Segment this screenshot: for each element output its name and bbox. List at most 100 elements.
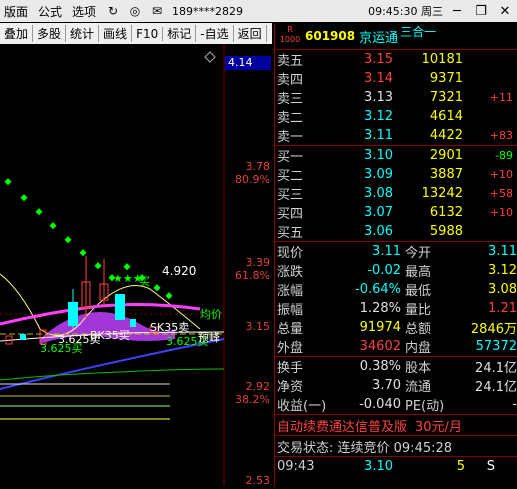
ask-row[interactable]: 卖五 3.15 10181 — [275, 50, 517, 69]
high-price-label: 4.920 — [162, 264, 197, 278]
stat-label: 涨幅 — [277, 284, 304, 299]
low-buy-label: 3.625买 — [40, 342, 83, 355]
ad-price: 30元/月 — [415, 419, 462, 435]
bid-label: 买三 — [277, 188, 304, 203]
bid-row[interactable]: 买二 3.09 3887 +10 — [275, 165, 517, 184]
bid-price: 3.10 — [364, 148, 393, 163]
bid-price: 3.07 — [364, 205, 393, 220]
account-number: 189****2829 — [172, 4, 244, 18]
axis-pct-2: 61.8% — [235, 269, 270, 282]
bid-price: 3.06 — [364, 224, 393, 239]
stat-value: 1.21 — [488, 301, 517, 316]
restore-icon[interactable]: ❐ — [469, 4, 493, 19]
stat-value: -0.02 — [367, 263, 401, 278]
r-badge-label: R — [287, 25, 293, 34]
ask-label: 卖二 — [277, 111, 304, 126]
draw-line-button[interactable]: 画线 — [99, 25, 133, 42]
multi-stock-button[interactable]: 多股 — [33, 25, 67, 42]
axis-price-5: 2.53 — [245, 474, 271, 487]
ask-row[interactable]: 卖二 3.12 4614 — [275, 107, 517, 126]
ask-volume: 7321 — [429, 90, 463, 105]
back-button[interactable]: 返回 — [234, 25, 267, 42]
axis-price-4: 2.92 — [245, 380, 271, 393]
ask-volume: 4614 — [429, 109, 463, 124]
ask-book: 卖五 3.15 10181 卖四 3.14 9371 卖三 3.13 7321 … — [275, 50, 517, 145]
ask-change: +11 — [489, 91, 513, 104]
stat-value: 3.70 — [372, 378, 401, 393]
candlestick-chart[interactable]: 4.14 3.78 80.9% 3.39 61.8% 3.15 2.92 38.… — [0, 44, 272, 487]
r-badge-number: 1000 — [279, 35, 301, 44]
menu-layout[interactable]: 版面 — [0, 3, 34, 20]
remove-watchlist-button[interactable]: -自选 — [196, 25, 234, 42]
statistics-button[interactable]: 统计 — [66, 25, 100, 42]
ask-row[interactable]: 卖一 3.11 4422 +83 — [275, 126, 517, 145]
stat-value: 3.11 — [372, 244, 401, 259]
stat-value: 34602 — [359, 339, 401, 354]
stat-label: 总额 — [405, 322, 432, 337]
stat-label: 收益(一) — [277, 399, 327, 414]
stat-label: 最高 — [405, 265, 432, 280]
bid-row[interactable]: 买五 3.06 5988 — [275, 222, 517, 241]
ask-volume: 9371 — [429, 71, 463, 86]
close-icon[interactable]: ✕ — [493, 4, 517, 19]
stat-label: 最低 — [405, 284, 432, 299]
stat-value: -0.64% — [355, 282, 401, 297]
bid-change: +10 — [489, 168, 513, 181]
overlay-button[interactable]: 叠加 — [0, 25, 34, 42]
refresh-icon[interactable]: ↻ — [102, 4, 124, 18]
r-badge[interactable]: R 1000 — [279, 25, 301, 47]
stock-name: 京运通 — [359, 30, 399, 46]
bid-book: 买一 3.10 2901 -89 买二 3.09 3887 +10 买三 3.0… — [275, 146, 517, 241]
quote-panel: R 1000 601908 京运通 三合一 卖五 3.15 10181 卖四 3… — [274, 23, 517, 486]
f10-button[interactable]: F10 — [132, 26, 164, 41]
ask-label: 卖五 — [277, 54, 304, 69]
ad-text: 自动续费通达信普及版 — [277, 419, 408, 435]
ma-line-green — [0, 368, 225, 381]
bid-row[interactable]: 买一 3.10 2901 -89 — [275, 146, 517, 165]
bid-volume: 13242 — [421, 186, 463, 201]
bid-volume: 5988 — [429, 224, 463, 239]
ask-label: 卖一 — [277, 130, 304, 145]
stat-label: 流通 — [405, 380, 432, 395]
mark-button[interactable]: 标记 — [163, 25, 197, 42]
mail-icon[interactable]: ✉ — [146, 4, 168, 18]
bid-row[interactable]: 买四 3.07 6132 +10 — [275, 203, 517, 222]
tick-price: 3.10 — [364, 459, 393, 474]
ask-label: 卖四 — [277, 73, 304, 88]
stat-value: 91974 — [359, 320, 401, 335]
stat-row: 收益(一) -0.040 PE(动) - — [275, 395, 517, 414]
tick-row: 09:43 3.10 5 S — [275, 457, 517, 476]
indicator-tag[interactable]: 三合一 — [400, 23, 436, 40]
bid-change: +58 — [489, 187, 513, 200]
trading-status: 交易状态: 连续竞价 09:45:28 — [277, 440, 453, 456]
bid-label: 买五 — [277, 226, 304, 241]
minimize-icon[interactable]: ─ — [445, 4, 469, 19]
stat-value: 0.38% — [359, 359, 401, 374]
stat-label: 现价 — [277, 246, 304, 261]
stat-label: 股本 — [405, 361, 432, 376]
stat-label: 内盘 — [405, 341, 432, 356]
axis-price-3: 3.15 — [245, 320, 271, 333]
stat-label: PE(动) — [405, 399, 445, 414]
stat-label: 换手 — [277, 361, 304, 376]
subscription-ad[interactable]: 自动续费通达信普及版 30元/月 — [275, 415, 517, 435]
candle — [68, 302, 78, 326]
stat-row: 涨跌 -0.02 最高 3.12 — [275, 261, 517, 280]
stat-row: 涨幅 -0.64% 最低 3.08 — [275, 280, 517, 299]
stat-row: 现价 3.11 今开 3.11 — [275, 242, 517, 261]
ask-row[interactable]: 卖三 3.13 7321 +11 — [275, 88, 517, 107]
stat-label: 净资 — [277, 380, 304, 395]
ask-row[interactable]: 卖四 3.14 9371 — [275, 69, 517, 88]
candle — [20, 334, 26, 340]
ask-volume: 10181 — [421, 52, 463, 67]
stat-row: 净资 3.70 流通 24.1亿 — [275, 376, 517, 395]
current-price-label: 4.14 — [228, 56, 253, 69]
bid-volume: 6132 — [429, 205, 463, 220]
tick-direction: S — [486, 459, 495, 474]
bid-volume: 3887 — [429, 167, 463, 182]
stat-value: 1.28% — [359, 301, 401, 316]
bid-row[interactable]: 买三 3.08 13242 +58 — [275, 184, 517, 203]
menu-formula[interactable]: 公式 — [34, 3, 68, 20]
user-icon[interactable]: ◎ — [124, 4, 146, 18]
menu-options[interactable]: 选项 — [68, 3, 102, 20]
